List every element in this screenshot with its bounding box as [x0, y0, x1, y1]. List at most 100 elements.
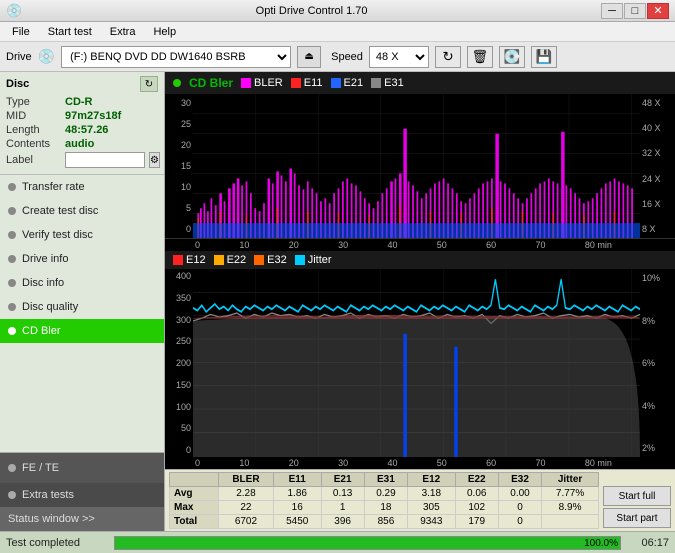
- max-e32: 0: [498, 501, 541, 515]
- disc-refresh-button[interactable]: ↻: [140, 76, 158, 92]
- sidebar-menu: Transfer rate Create test disc Verify te…: [0, 175, 164, 452]
- total-e22: 179: [455, 515, 498, 529]
- bler-color: [241, 78, 251, 88]
- disc-label-input[interactable]: [65, 152, 145, 168]
- stats-col-e32: E32: [498, 473, 541, 487]
- x-30: 30: [338, 240, 348, 250]
- e31-color: [371, 78, 381, 88]
- y-right-10pct: 10%: [642, 273, 673, 283]
- start-part-button[interactable]: Start part: [603, 508, 671, 528]
- bx-50: 50: [437, 458, 447, 468]
- disc-label-row: Label ⚙: [6, 152, 158, 168]
- avg-e11: 1.86: [273, 487, 321, 501]
- menu-start-test[interactable]: Start test: [40, 24, 100, 40]
- minimize-button[interactable]: ─: [601, 3, 623, 19]
- y-label-150: 150: [167, 380, 191, 390]
- stats-buttons: Start full Start part: [603, 472, 671, 528]
- menu-extra[interactable]: Extra: [102, 24, 144, 40]
- y-label-300: 300: [167, 315, 191, 325]
- stats-col-empty: [170, 473, 219, 487]
- x-50: 50: [437, 240, 447, 250]
- x-60: 60: [486, 240, 496, 250]
- menu-file[interactable]: File: [4, 24, 38, 40]
- y-label-25: 25: [167, 119, 191, 129]
- menu-help[interactable]: Help: [145, 24, 184, 40]
- drive-icon: 💿: [38, 48, 55, 65]
- sidebar-item-disc-info[interactable]: Disc info: [0, 271, 164, 295]
- title-bar: 💿 Opti Drive Control 1.70 ─ □ ✕: [0, 0, 675, 22]
- speed-select[interactable]: 48 X40 X32 X24 X 16 X8 X4 X1 X: [369, 46, 429, 68]
- chart-header: CD Bler BLER E11 E21 E31: [165, 72, 675, 94]
- bottom-chart-y-axis-left: 400 350 300 250 200 150 100 50 0: [165, 269, 193, 457]
- sidebar-item-status-window[interactable]: Status window >>: [0, 507, 164, 531]
- sidebar-item-create-test-disc[interactable]: Create test disc: [0, 199, 164, 223]
- bx-60: 60: [486, 458, 496, 468]
- main-area: Disc ↻ Type CD-R MID 97m27s18f Length 48…: [0, 72, 675, 531]
- y-right-32x: 32 X: [642, 148, 673, 158]
- disc-length-row: Length 48:57.26: [6, 124, 158, 136]
- avg-label: Avg: [170, 487, 219, 501]
- stats-row-max: Max 22 16 1 18 305 102 0 8.9%: [170, 501, 599, 515]
- e12-label: E12: [186, 254, 206, 266]
- save-button[interactable]: 💾: [531, 46, 557, 68]
- maximize-button[interactable]: □: [624, 3, 646, 19]
- sidebar-item-fe-te[interactable]: FE / TE: [0, 453, 164, 483]
- sidebar-item-transfer-rate[interactable]: Transfer rate: [0, 175, 164, 199]
- y-right-48x: 48 X: [642, 98, 673, 108]
- progress-bar: [115, 537, 620, 549]
- jitter-label: Jitter: [308, 254, 332, 266]
- y-right-4pct: 4%: [642, 401, 673, 411]
- disc-length-label: Length: [6, 124, 61, 136]
- e31-label: E31: [384, 77, 404, 89]
- y-right-6pct: 6%: [642, 358, 673, 368]
- disc-info-label: Disc info: [22, 277, 64, 289]
- disc-label-gear-button[interactable]: ⚙: [149, 152, 160, 168]
- sidebar-item-verify-test-disc[interactable]: Verify test disc: [0, 223, 164, 247]
- stats-col-e11: E11: [273, 473, 321, 487]
- erase-button[interactable]: 🗑: [467, 46, 493, 68]
- top-chart: 30 25 20 15 10 5 0 48 X 40 X 32 X 24 X 1…: [165, 94, 675, 239]
- stats-col-e31: E31: [364, 473, 407, 487]
- e11-color: [291, 78, 301, 88]
- sidebar-item-disc-quality[interactable]: Disc quality: [0, 295, 164, 319]
- legend-e21: E21: [331, 77, 364, 89]
- close-button[interactable]: ✕: [647, 3, 669, 19]
- time-display: 06:17: [629, 537, 669, 549]
- speed-label: Speed: [331, 51, 363, 63]
- menu-bar: File Start test Extra Help: [0, 22, 675, 42]
- cd-button[interactable]: 💽: [499, 46, 525, 68]
- legend-e32: E32: [254, 254, 287, 266]
- stats-col-e22: E22: [455, 473, 498, 487]
- x-40: 40: [387, 240, 397, 250]
- refresh-button[interactable]: ↻: [435, 46, 461, 68]
- y-right-24x: 24 X: [642, 174, 673, 184]
- y-right-40x: 40 X: [642, 123, 673, 133]
- disc-type-value: CD-R: [65, 96, 93, 108]
- bottom-chart-svg: [193, 269, 640, 457]
- avg-e32: 0.00: [498, 487, 541, 501]
- sidebar-item-extra-tests[interactable]: Extra tests: [0, 483, 164, 507]
- verify-test-disc-label: Verify test disc: [22, 229, 93, 241]
- start-full-button[interactable]: Start full: [603, 486, 671, 506]
- y-right-2pct: 2%: [642, 443, 673, 453]
- eject-button[interactable]: ⏏: [297, 46, 321, 68]
- disc-panel: Disc ↻ Type CD-R MID 97m27s18f Length 48…: [0, 72, 164, 175]
- y-label-0: 0: [167, 224, 191, 234]
- bx-40: 40: [387, 458, 397, 468]
- sidebar-item-drive-info[interactable]: Drive info: [0, 247, 164, 271]
- drive-info-icon: [8, 255, 16, 263]
- progress-text: 100.0%: [584, 537, 618, 551]
- max-e31: 18: [364, 501, 407, 515]
- sidebar-item-cd-bler[interactable]: CD Bler: [0, 319, 164, 343]
- window-controls: ─ □ ✕: [601, 3, 669, 19]
- e22-color: [214, 255, 224, 265]
- transfer-rate-icon: [8, 183, 16, 191]
- y-label-350: 350: [167, 293, 191, 303]
- drive-select[interactable]: (F:) BENQ DVD DD DW1640 BSRB: [61, 46, 291, 68]
- e22-label: E22: [227, 254, 247, 266]
- stats-col-e12: E12: [408, 473, 456, 487]
- status-bar: Test completed 100.0% 06:17: [0, 531, 675, 553]
- y-label-15: 15: [167, 161, 191, 171]
- disc-mid-label: MID: [6, 110, 61, 122]
- extra-tests-label: Extra tests: [22, 489, 74, 501]
